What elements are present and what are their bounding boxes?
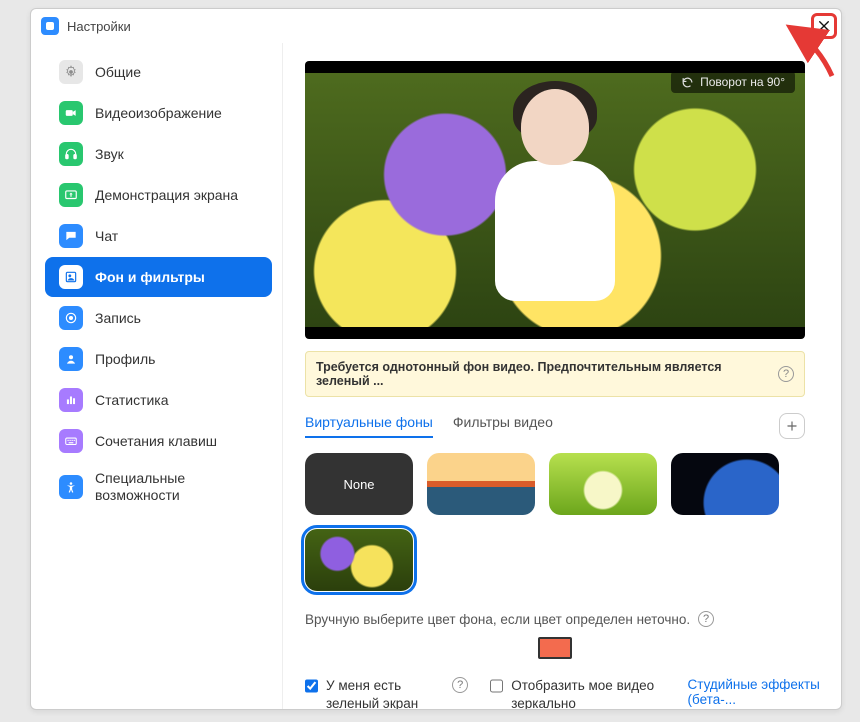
sidebar-item-accessibility[interactable]: Специальные возможности xyxy=(45,462,272,512)
sidebar-item-background[interactable]: Фон и фильтры xyxy=(45,257,272,297)
mirror-checkbox[interactable] xyxy=(490,678,503,694)
background-thumbnails: None xyxy=(305,453,815,591)
checkbox-row: У меня есть зеленый экран ? Отобразить м… xyxy=(305,677,825,709)
add-background-button[interactable] xyxy=(779,413,805,439)
sidebar-item-label: Чат xyxy=(95,228,118,245)
green-screen-label: У меня есть зеленый экран xyxy=(326,677,444,709)
color-swatch[interactable] xyxy=(538,637,572,659)
sidebar-item-video[interactable]: Видеоизображение xyxy=(45,93,272,133)
sidebar-item-label: Специальные возможности xyxy=(95,470,258,504)
accessibility-icon xyxy=(59,475,83,499)
window-title: Настройки xyxy=(67,19,131,34)
body: Общие Видеоизображение Звук Демонстрация… xyxy=(31,43,841,709)
video-icon xyxy=(59,101,83,125)
mirror-check[interactable]: Отобразить мое видео зеркально xyxy=(490,677,665,709)
green-screen-checkbox[interactable] xyxy=(305,678,318,694)
video-preview: Поворот на 90° xyxy=(305,61,805,339)
sidebar-item-label: Видеоизображение xyxy=(95,105,222,122)
headphones-icon xyxy=(59,142,83,166)
sidebar-item-label: Фон и фильтры xyxy=(95,269,205,286)
sidebar-item-label: Запись xyxy=(95,310,141,327)
rotate-label: Поворот на 90° xyxy=(700,75,785,89)
sidebar-item-shortcuts[interactable]: Сочетания клавиш xyxy=(45,421,272,461)
background-icon xyxy=(59,265,83,289)
rotate-icon xyxy=(681,76,694,89)
sidebar-item-general[interactable]: Общие xyxy=(45,52,272,92)
chat-icon xyxy=(59,224,83,248)
banner-text: Требуется однотонный фон видео. Предпочт… xyxy=(316,360,770,388)
sidebar-item-label: Звук xyxy=(95,146,124,163)
bg-thumb-earth[interactable] xyxy=(671,453,779,515)
banner-help-icon[interactable]: ? xyxy=(778,366,794,382)
green-screen-check[interactable]: У меня есть зеленый экран ? xyxy=(305,677,468,709)
sidebar-item-audio[interactable]: Звук xyxy=(45,134,272,174)
manual-color-text: Вручную выберите цвет фона, если цвет оп… xyxy=(305,611,819,627)
manual-help-icon[interactable]: ? xyxy=(698,611,714,627)
share-screen-icon xyxy=(59,183,83,207)
sidebar-item-profile[interactable]: Профиль xyxy=(45,339,272,379)
sidebar-item-chat[interactable]: Чат xyxy=(45,216,272,256)
studio-effects-link[interactable]: Студийные эффекты (бета-... xyxy=(688,677,825,707)
bg-thumb-none-label: None xyxy=(343,477,374,492)
close-button[interactable] xyxy=(811,13,837,39)
rotate-button[interactable]: Поворот на 90° xyxy=(671,71,795,93)
sidebar-item-recording[interactable]: Запись xyxy=(45,298,272,338)
tab-virtual-backgrounds[interactable]: Виртуальные фоны xyxy=(305,414,433,438)
sidebar-item-label: Статистика xyxy=(95,392,169,409)
sidebar-item-label: Профиль xyxy=(95,351,155,368)
manual-color-label: Вручную выберите цвет фона, если цвет оп… xyxy=(305,612,690,627)
sidebar-item-label: Демонстрация экрана xyxy=(95,187,238,204)
titlebar: Настройки xyxy=(31,9,841,43)
tabs: Виртуальные фоны Фильтры видео xyxy=(305,413,805,439)
gear-icon xyxy=(59,60,83,84)
bg-thumb-none[interactable]: None xyxy=(305,453,413,515)
main-panel: Поворот на 90° Требуется однотонный фон … xyxy=(283,43,841,709)
sidebar-item-label: Общие xyxy=(95,64,141,81)
sidebar-item-stats[interactable]: Статистика xyxy=(45,380,272,420)
sidebar: Общие Видеоизображение Звук Демонстрация… xyxy=(31,43,283,709)
bg-thumb-bridge[interactable] xyxy=(427,453,535,515)
sidebar-item-label: Сочетания клавиш xyxy=(95,433,217,450)
bg-thumb-flowers[interactable] xyxy=(305,529,413,591)
app-icon xyxy=(41,17,59,35)
stats-icon xyxy=(59,388,83,412)
bg-thumb-grass[interactable] xyxy=(549,453,657,515)
plus-icon xyxy=(785,419,799,433)
keyboard-icon xyxy=(59,429,83,453)
sidebar-item-share[interactable]: Демонстрация экрана xyxy=(45,175,272,215)
record-icon xyxy=(59,306,83,330)
tab-video-filters[interactable]: Фильтры видео xyxy=(453,414,553,438)
profile-icon xyxy=(59,347,83,371)
warning-banner: Требуется однотонный фон видео. Предпочт… xyxy=(305,351,805,397)
green-help-icon[interactable]: ? xyxy=(452,677,468,693)
mirror-label: Отобразить мое видео зеркально xyxy=(511,677,665,709)
preview-person xyxy=(490,89,620,319)
settings-window: Настройки Общие Видеоизображение xyxy=(30,8,842,710)
swatch-row xyxy=(305,637,805,659)
